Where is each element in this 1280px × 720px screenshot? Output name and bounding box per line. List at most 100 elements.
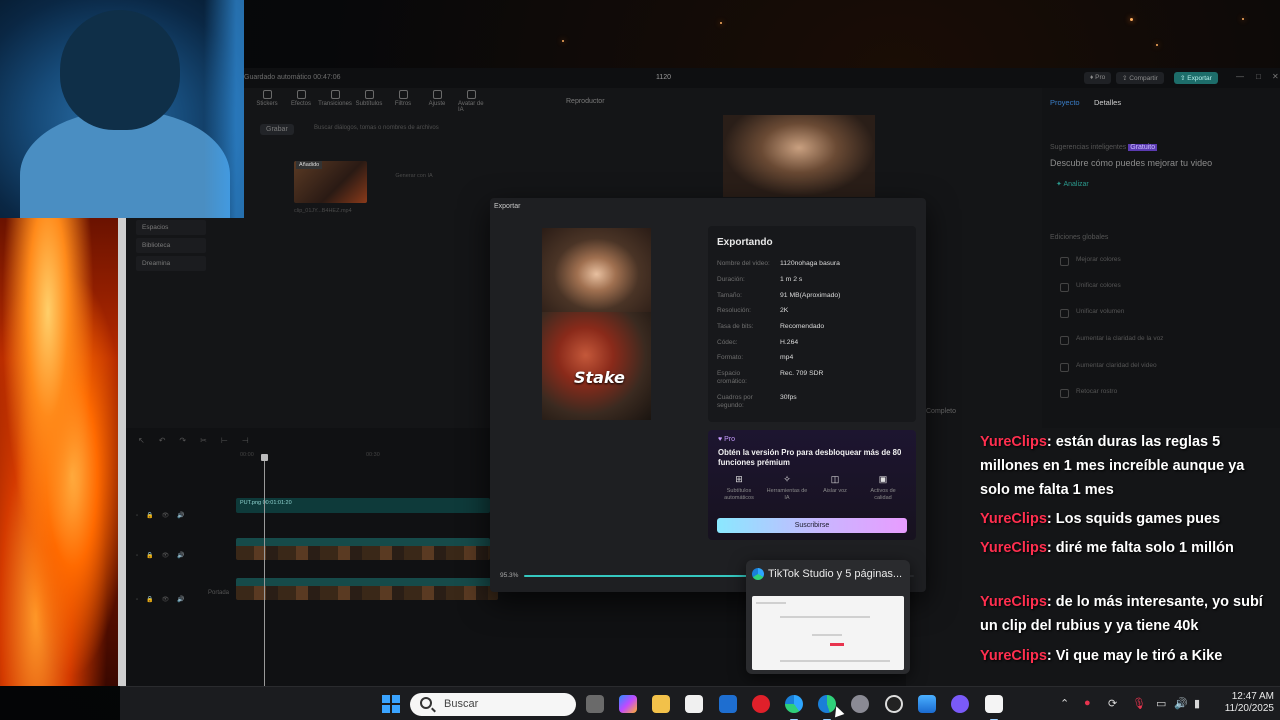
tab-project[interactable]: Proyecto — [1050, 98, 1080, 107]
chat-message: YureClips: de lo más interesante, yo sub… — [980, 594, 1263, 634]
edit-unify-colors[interactable]: Unificar colores — [1056, 282, 1266, 292]
tool-effects[interactable]: Efectos — [288, 90, 314, 116]
player-fullscreen-toggle[interactable]: Completo — [926, 408, 956, 415]
sidebar-item-library[interactable]: Biblioteca — [136, 238, 206, 253]
tool-filters[interactable]: Filtros — [390, 90, 416, 116]
chat-message: YureClips: diré me falta solo 1 millón — [980, 540, 1234, 556]
media-filename: clip_01JY...B4HEZ.mp4 — [294, 208, 352, 214]
sync-icon[interactable]: ⟳ — [1108, 697, 1117, 710]
playhead[interactable] — [261, 454, 268, 686]
tool-stickers[interactable]: Stickers — [254, 90, 280, 116]
assets-icon: ▣ — [878, 474, 888, 484]
track-video-main[interactable]: clip_01JYXPP0CCTRPYSk9K97DSHREZ.mp4 00:0… — [236, 578, 498, 600]
minimize-icon[interactable]: — — [1236, 72, 1244, 81]
sidebar-item-dreamina[interactable]: Dreamina — [136, 256, 206, 271]
taskbar-search-input[interactable]: Buscar — [410, 693, 576, 716]
microphone-icon[interactable]: 🎙 — [1132, 697, 1146, 710]
track-controls[interactable]: ▫🔒👁🔊 — [136, 552, 193, 559]
edit-retouch-face[interactable]: Retocar rostro — [1056, 388, 1266, 398]
thumb-line — [780, 660, 890, 662]
system-clock[interactable]: 12:47 AM 11/20/2025 — [1218, 691, 1274, 715]
free-badge: Gratuito — [1128, 144, 1158, 151]
tool-subtitles[interactable]: Subtítulos — [356, 90, 382, 116]
ember-particle — [1242, 18, 1244, 20]
generate-ai-placeholder[interactable]: Generar con IA — [390, 173, 438, 179]
export-button[interactable]: ⇧ Exportar — [1174, 72, 1218, 84]
edit-video-clarity[interactable]: Aumentar claridad del video — [1056, 362, 1266, 372]
network-activity-icon[interactable]: ● — [1084, 697, 1091, 709]
discord-icon[interactable] — [951, 695, 969, 713]
player-preview — [723, 115, 875, 197]
windows-start-icon[interactable] — [382, 695, 400, 713]
file-explorer-icon[interactable] — [586, 695, 604, 713]
export-heading: Exportando — [717, 237, 773, 248]
edit-voice-clarity[interactable]: Aumentar la claridad de la voz — [1056, 335, 1266, 345]
record-button[interactable]: Grabar — [260, 124, 294, 135]
taskbar-thumbnail-preview[interactable]: TikTok Studio y 5 páginas... — [746, 560, 910, 674]
volume-icon[interactable]: 🔊 — [1174, 697, 1188, 710]
adjust-icon — [432, 90, 442, 99]
export-info-card: Exportando Nombre del video: 1120nohaga b… — [708, 226, 916, 422]
chat-message: YureClips: Vi que may le tiró a Kike — [980, 648, 1223, 664]
share-button[interactable]: ⇪ Compartir — [1116, 72, 1164, 84]
track-controls[interactable]: ▫🔒👁🔊 — [136, 512, 193, 519]
edge-icon[interactable] — [785, 695, 803, 720]
capcut-icon[interactable] — [985, 695, 1003, 720]
copilot-icon[interactable] — [619, 695, 637, 713]
cam-rim-light — [204, 0, 244, 218]
chevron-up-icon[interactable]: ⌃ — [1060, 697, 1069, 710]
ember-particle — [720, 22, 722, 24]
grid-icon: ⊞ — [735, 474, 743, 484]
maximize-icon[interactable]: □ — [1256, 72, 1261, 81]
outlook-icon[interactable] — [719, 695, 737, 713]
magic-wand-icon: ✧ — [783, 474, 791, 484]
pro-button[interactable]: ♦ Pro — [1084, 72, 1112, 84]
track-video[interactable]: clip_01JYXPP0CCTRPYSk9K97DSHREZ.mp4 00:0… — [236, 538, 490, 560]
fire-border — [118, 218, 126, 686]
webcam-overlay — [0, 0, 244, 218]
calendar-icon[interactable] — [685, 695, 703, 713]
ai-avatar-icon — [466, 90, 476, 99]
smart-suggestions-label: Sugerencias inteligentes Gratuito — [1050, 144, 1158, 151]
chatgpt-icon[interactable] — [885, 695, 903, 713]
timeline-tools[interactable]: ↖↶↷✂⊢⊣ — [138, 436, 263, 445]
tool-ai-avatar[interactable]: Avatar de IA — [458, 90, 484, 116]
tool-transitions[interactable]: Transiciones — [318, 90, 352, 116]
clock-time: 12:47 AM — [1231, 691, 1274, 702]
opera-icon[interactable] — [752, 695, 770, 713]
pro-upsell-card: ♥ Pro Obtén la versión Pro para desbloqu… — [708, 430, 916, 540]
ember-particle — [1130, 18, 1133, 21]
tool-adjust[interactable]: Ajuste — [424, 90, 450, 116]
settings-icon[interactable] — [851, 695, 869, 713]
autosave-status: Guardado automático 00:47:06 — [244, 74, 341, 81]
transitions-icon — [330, 90, 340, 99]
feature-quality-assets: ▣ Activos de calidad — [870, 474, 896, 501]
analyze-button[interactable]: ✦ Analizar — [1056, 180, 1089, 188]
edit-improve-colors[interactable]: Mejorar colores — [1056, 256, 1266, 266]
pro-feature-list: ⊞ Subtítulos automáticos ✧ Herramientas de… — [718, 474, 904, 501]
voice-icon: ◫ — [830, 474, 840, 484]
progress-percent: 95.3% — [500, 572, 519, 579]
subscribe-button[interactable]: Suscribirse — [717, 518, 907, 533]
added-badge: Añadido — [296, 161, 323, 169]
track-controls[interactable]: ▫🔒👁🔊 — [136, 596, 193, 603]
photos-icon[interactable] — [918, 695, 936, 713]
preview-window-thumbnail[interactable] — [752, 596, 904, 670]
pro-message: Obtén la versión Pro para desbloquear má… — [718, 448, 902, 467]
tab-details[interactable]: Detalles — [1094, 98, 1121, 107]
display-icon[interactable]: ▭ — [1156, 697, 1166, 710]
track-image[interactable]: PUT.png 00:01:01:20 — [236, 498, 490, 513]
folder-icon[interactable] — [652, 695, 670, 713]
feature-isolate-voice: ◫ Aislar voz — [823, 474, 847, 494]
close-icon[interactable]: ✕ — [1272, 72, 1279, 81]
subtitles-icon — [364, 90, 374, 99]
preview-title: TikTok Studio y 5 páginas... — [768, 568, 903, 580]
battery-icon[interactable]: ▮ — [1194, 697, 1200, 710]
edge-icon — [752, 568, 764, 580]
search-icon — [420, 697, 432, 709]
feature-ai-tools: ✧ Herramientas de IA — [766, 474, 808, 501]
edit-unify-volume[interactable]: Unificar volumen — [1056, 308, 1266, 318]
cover-button[interactable]: Portada — [208, 590, 229, 596]
sidebar-item-spaces[interactable]: Espacios — [136, 220, 206, 235]
media-search-input[interactable]: Buscar diálogos, tomas o nombres de arch… — [306, 122, 456, 135]
